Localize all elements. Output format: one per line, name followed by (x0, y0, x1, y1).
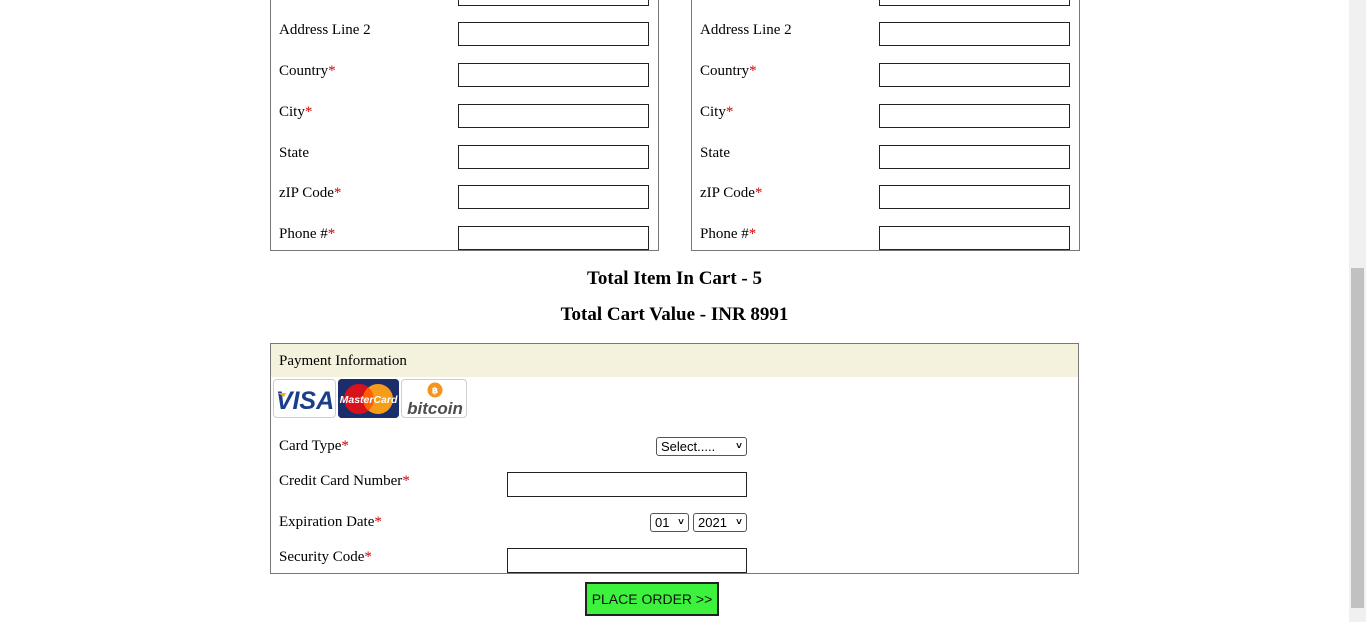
place-order-button[interactable]: PLACE ORDER >> (585, 582, 719, 616)
shipping-phone-label: Phone #* (700, 226, 757, 242)
billing-zip-field[interactable] (458, 185, 649, 209)
card-number-field[interactable] (507, 472, 747, 497)
shipping-zip-label: zIP Code* (700, 185, 763, 201)
billing-zip-label: zIP Code* (279, 185, 342, 201)
billing-address2-label: Address Line 2 (279, 22, 371, 38)
shipping-phone-field[interactable] (879, 226, 1070, 250)
mastercard-logo: MasterCard (338, 379, 399, 418)
card-type-label: Card Type* (279, 438, 349, 454)
total-value-heading: Total Cart Value - INR 8991 (560, 304, 789, 325)
card-number-label: Credit Card Number* (279, 473, 410, 489)
shipping-state-field[interactable] (879, 145, 1070, 169)
bitcoin-logo: ฿ bitcoin (401, 379, 467, 418)
shipping-address-line1-field[interactable] (879, 0, 1070, 6)
shipping-city-field[interactable] (879, 104, 1070, 128)
visa-logo-text: VISA (276, 387, 334, 415)
payment-title: Payment Information (279, 353, 407, 369)
shipping-address2-field[interactable] (879, 22, 1070, 46)
billing-address-line1-field[interactable] (458, 0, 649, 6)
scrollbar-thumb[interactable] (1351, 268, 1364, 608)
shipping-country-field[interactable] (879, 63, 1070, 87)
billing-city-field[interactable] (458, 104, 649, 128)
svg-text:฿: ฿ (432, 387, 438, 397)
shipping-address2-label: Address Line 2 (700, 22, 792, 38)
card-type-value: Select..... (661, 439, 716, 454)
page-scrollbar[interactable] (1349, 0, 1366, 622)
shipping-city-label: City* (700, 104, 734, 120)
bitcoin-logo-text: bitcoin (407, 399, 463, 418)
expiration-year-value: 2021 (698, 515, 727, 530)
shipping-zip-field[interactable] (879, 185, 1070, 209)
chevron-down-icon: ˅ (736, 517, 742, 528)
expiration-year-select[interactable]: 2021 ˅ (693, 513, 747, 532)
visa-logo: VISA (273, 379, 336, 418)
expiration-month-value: 01 (655, 515, 670, 530)
security-code-field[interactable] (507, 548, 747, 573)
shipping-country-label: Country* (700, 63, 757, 79)
shipping-address-panel: Address Line 2 Country* City* State zIP … (691, 0, 1080, 251)
billing-country-field[interactable] (458, 63, 649, 87)
billing-state-field[interactable] (458, 145, 649, 169)
chevron-down-icon: ˅ (678, 517, 684, 528)
expiration-date-label: Expiration Date* (279, 514, 382, 530)
shipping-state-label: State (700, 145, 730, 161)
chevron-down-icon: ˅ (736, 441, 742, 452)
billing-state-label: State (279, 145, 309, 161)
billing-city-label: City* (279, 104, 313, 120)
mastercard-logo-text: MasterCard (340, 394, 398, 406)
billing-address-panel: Address Line 2 Country* City* State zIP … (270, 0, 659, 251)
total-items-heading: Total Item In Cart - 5 (586, 268, 763, 289)
billing-address2-field[interactable] (458, 22, 649, 46)
billing-phone-label: Phone #* (279, 226, 336, 242)
billing-country-label: Country* (279, 63, 336, 79)
expiration-month-select[interactable]: 01 ˅ (650, 513, 689, 532)
payment-header: Payment Information (271, 344, 1078, 377)
billing-phone-field[interactable] (458, 226, 649, 250)
payment-information-panel: Payment Information VISA MasterCard ฿ bi… (270, 343, 1079, 574)
card-type-select[interactable]: Select..... ˅ (656, 437, 747, 456)
security-code-label: Security Code* (279, 549, 372, 565)
